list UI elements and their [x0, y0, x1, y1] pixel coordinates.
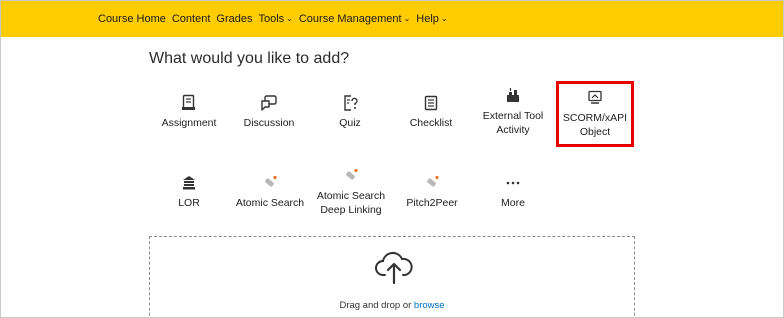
more-dots-icon [504, 174, 522, 192]
plugin-icon [261, 174, 279, 192]
add-atomic-search-button[interactable]: Atomic Search [226, 174, 314, 210]
add-lor-button[interactable]: LOR [145, 174, 233, 210]
file-drop-zone[interactable]: Drag and drop or browse [149, 236, 635, 317]
highlight-box [556, 81, 634, 147]
tile-label: Discussion [243, 117, 295, 129]
drop-text: Drag and drop or [339, 300, 412, 311]
tile-label: LOR [178, 197, 200, 209]
nav-label: Course Home [98, 13, 166, 25]
tile-label: Checklist [409, 117, 453, 129]
tile-label-line2: Deep Linking [320, 204, 382, 216]
add-quiz-button[interactable]: Quiz [306, 94, 394, 130]
add-atomic-deep-linking-button[interactable]: Atomic Search Deep Linking [307, 167, 395, 217]
quiz-icon [341, 94, 359, 112]
tile-label: Quiz [339, 117, 361, 129]
course-navbar: Course Home Content Grades Tools ⌄ Course… [1, 1, 783, 37]
tile-label: Pitch2Peer [406, 197, 458, 209]
lor-icon [180, 174, 198, 192]
nav-course-management[interactable]: Course Management ⌄ [299, 13, 410, 25]
tile-label-line1: External Tool [482, 110, 544, 122]
nav-label: Content [171, 13, 211, 25]
tile-label: Assignment [161, 117, 217, 129]
add-pitch2peer-button[interactable]: Pitch2Peer [388, 174, 476, 210]
checklist-icon [422, 94, 440, 112]
cloud-upload-icon [374, 251, 414, 285]
tile-label: Atomic Search [235, 197, 305, 209]
page-heading: What would you like to add? [149, 50, 350, 67]
nav-items: Course Home Content Grades Tools ⌄ Course… [98, 13, 448, 25]
nav-grades[interactable]: Grades [216, 13, 252, 25]
drop-instructions: Drag and drop or browse [150, 300, 634, 311]
chevron-down-icon: ⌄ [286, 13, 293, 23]
app-frame: Course Home Content Grades Tools ⌄ Course… [0, 0, 784, 318]
plugin-icon [423, 174, 441, 192]
tile-label: More [501, 197, 525, 209]
nav-tools[interactable]: Tools ⌄ [258, 13, 292, 25]
add-external-tool-button[interactable]: External Tool Activity [469, 87, 557, 137]
assignment-icon [180, 94, 198, 112]
nav-content[interactable]: Content [172, 13, 211, 25]
chevron-down-icon: ⌄ [440, 13, 448, 23]
discussion-icon [260, 94, 278, 112]
external-tool-icon [504, 87, 522, 105]
tile-label-line2: Activity [496, 124, 530, 136]
add-checklist-button[interactable]: Checklist [387, 94, 475, 130]
add-assignment-button[interactable]: Assignment [145, 94, 233, 130]
nav-help[interactable]: Help ⌄ [416, 13, 447, 25]
chevron-down-icon: ⌄ [403, 13, 411, 23]
browse-link[interactable]: browse [414, 300, 445, 311]
nav-course-home[interactable]: Course Home [98, 13, 166, 25]
more-options-button[interactable]: More [469, 174, 557, 210]
nav-label: Course Management [298, 13, 402, 25]
nav-label: Help [416, 13, 439, 25]
nav-label: Tools [258, 13, 285, 25]
add-discussion-button[interactable]: Discussion [225, 94, 313, 130]
nav-label: Grades [216, 13, 253, 25]
tile-label-line1: Atomic Search [316, 190, 386, 202]
plugin-icon [342, 167, 360, 185]
